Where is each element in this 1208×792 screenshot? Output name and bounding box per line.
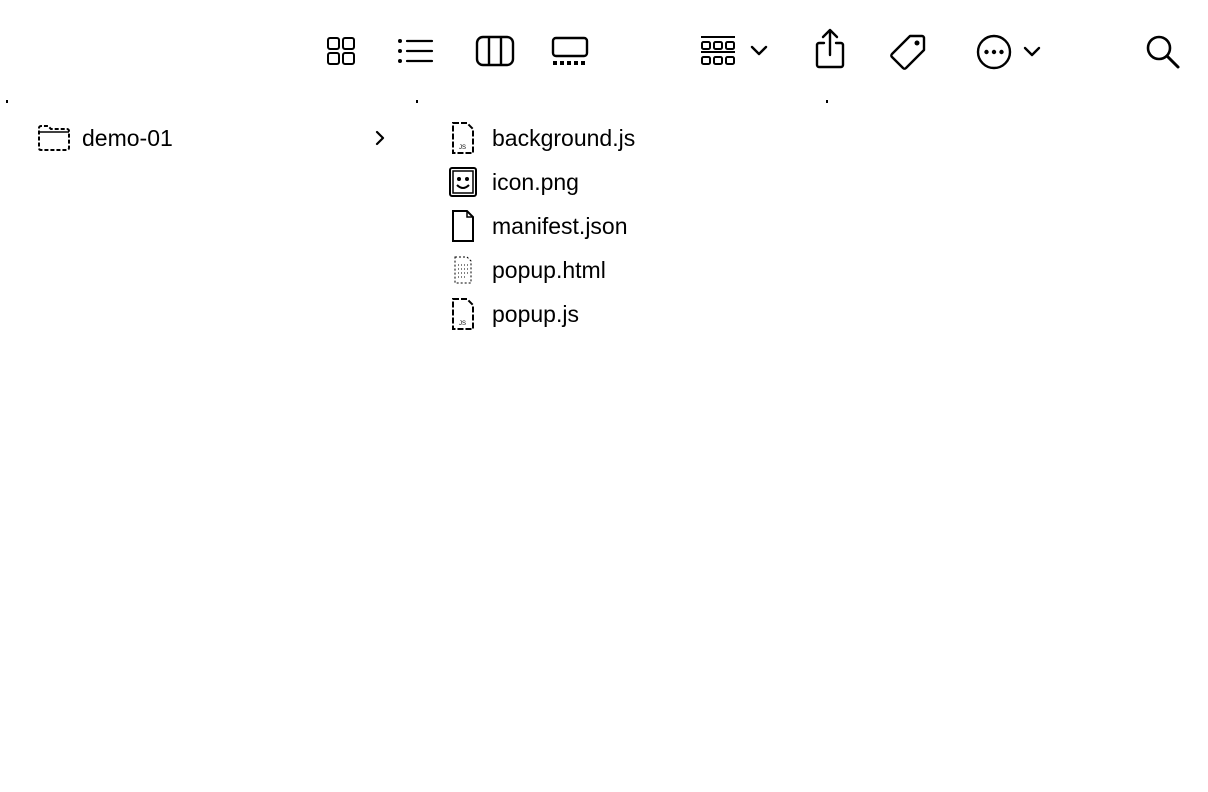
file-label: background.js	[492, 125, 636, 151]
column-2: JS background.js icon.png manifest.json …	[446, 116, 826, 336]
group-button[interactable]	[696, 32, 772, 70]
column-view-button[interactable]	[474, 32, 516, 70]
search-button[interactable]	[1142, 32, 1184, 72]
column-separator	[416, 100, 418, 103]
svg-text:JS: JS	[459, 145, 466, 151]
column-separator	[826, 100, 828, 103]
share-button[interactable]	[810, 26, 850, 72]
list-item-file[interactable]: popup.html	[446, 248, 826, 292]
finder-window: demo-01 JS background.js icon.png manife…	[0, 0, 1208, 792]
list-item-file[interactable]: JS background.js	[446, 116, 826, 160]
list-item-file[interactable]: JS popup.js	[446, 292, 826, 336]
svg-text:JS: JS	[459, 321, 466, 327]
gallery-icon	[551, 36, 589, 65]
action-button[interactable]	[972, 32, 1046, 72]
column-1: demo-01	[36, 116, 396, 160]
ellipsis-circle-icon	[976, 34, 1012, 70]
js-file-icon: JS	[452, 298, 474, 330]
file-label: popup.html	[492, 257, 606, 283]
tag-button[interactable]	[886, 30, 930, 74]
list-icon	[398, 39, 434, 63]
share-icon	[815, 28, 845, 69]
search-icon	[1146, 35, 1180, 69]
list-item-file[interactable]: manifest.json	[446, 204, 826, 248]
list-view-button[interactable]	[394, 32, 436, 70]
file-label: icon.png	[492, 169, 579, 195]
folder-icon	[38, 125, 70, 151]
icon-view-button[interactable]	[322, 32, 360, 70]
column-separator	[6, 100, 8, 103]
html-file-icon	[454, 256, 472, 284]
chevron-down-icon	[1023, 46, 1041, 57]
generic-file-icon	[452, 210, 474, 242]
list-item-file[interactable]: icon.png	[446, 160, 826, 204]
chevron-right-icon	[375, 130, 385, 146]
gallery-view-button[interactable]	[548, 32, 592, 70]
chevron-down-icon	[750, 45, 768, 56]
toolbar	[0, 0, 1208, 100]
file-label: popup.js	[492, 301, 579, 327]
columns-icon	[475, 35, 515, 67]
js-file-icon: JS	[452, 122, 474, 154]
tag-icon	[890, 34, 926, 70]
file-label: manifest.json	[492, 213, 628, 239]
image-file-icon	[449, 167, 477, 197]
grid-icon	[327, 37, 355, 65]
folder-label: demo-01	[82, 125, 173, 151]
group-icon	[701, 36, 735, 65]
list-item-folder[interactable]: demo-01	[36, 116, 396, 160]
